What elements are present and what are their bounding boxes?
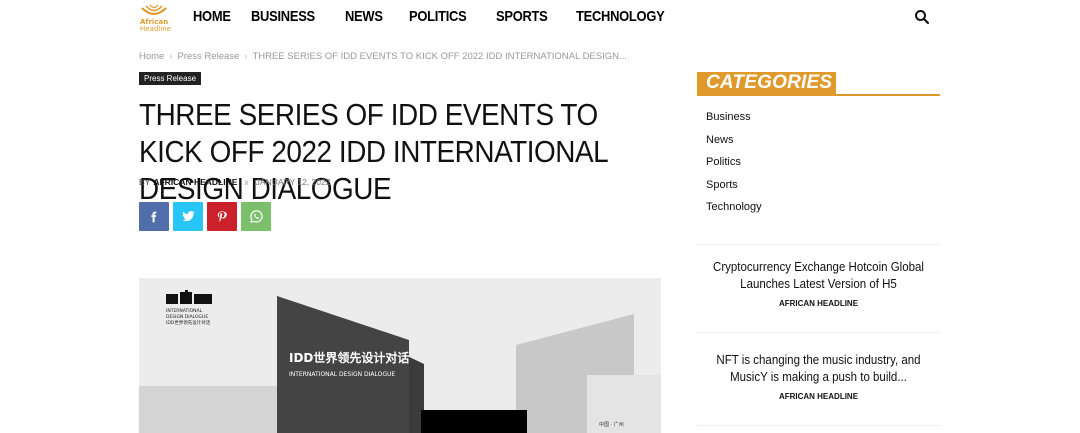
breadcrumb-current: THREE SERIES OF IDD EVENTS TO KICK OFF 2… xyxy=(252,51,627,62)
category-link-business[interactable]: Business xyxy=(706,110,762,133)
share-twitter-button[interactable] xyxy=(173,202,203,231)
category-link-sports[interactable]: Sports xyxy=(706,178,762,201)
logo-text: African Headline xyxy=(140,19,171,33)
nav-technology[interactable]: TECHNOLOGY xyxy=(576,8,665,25)
share-buttons xyxy=(139,202,271,231)
twitter-icon xyxy=(182,211,194,222)
nav-sports[interactable]: SPORTS xyxy=(496,8,548,25)
hero-right-cn: 中国 · 广州 xyxy=(599,421,624,428)
sidebar-post-title[interactable]: Cryptocurrency Exchange Hotcoin Global L… xyxy=(707,259,931,293)
sidebar-divider xyxy=(697,332,940,333)
categories-heading-bar: CATEGORIES xyxy=(697,72,940,96)
nav-politics[interactable]: POLITICS xyxy=(409,8,467,25)
sidebar-divider xyxy=(697,425,940,426)
article-hero-image: INTERNATIONAL DESIGN DIALOGUE IDD世界领先设计对… xyxy=(139,278,661,433)
categories-heading: CATEGORIES xyxy=(697,72,837,94)
hero-center-cn: IDD世界领先设计对话 xyxy=(289,350,409,365)
nav-home[interactable]: HOME xyxy=(193,8,231,25)
search-button[interactable] xyxy=(914,9,930,25)
category-link-technology[interactable]: Technology xyxy=(706,200,762,223)
breadcrumb-section[interactable]: Press Release xyxy=(178,51,240,62)
hero-logo-line-2: DESIGN DIALOGUE xyxy=(166,314,208,320)
main-nav: HOME BUSINESS NEWS POLITICS SPORTS TECHN… xyxy=(193,8,698,25)
breadcrumb-separator: › xyxy=(169,51,173,62)
hero-logo-line-1: INTERNATIONAL xyxy=(166,308,203,314)
categories-list: Business News Politics Sports Technology xyxy=(706,110,762,223)
byline-prefix: BY xyxy=(139,177,151,187)
category-link-news[interactable]: News xyxy=(706,133,762,156)
breadcrumb-home[interactable]: Home xyxy=(139,51,164,62)
facebook-icon xyxy=(151,211,157,222)
pinterest-icon xyxy=(217,210,227,222)
article-meta: BY AFRICAN HEADLINE x JANUARY 12, 2022 xyxy=(139,177,330,187)
nav-news[interactable]: NEWS xyxy=(345,8,383,25)
sidebar-divider xyxy=(697,244,940,245)
meta-separator: x xyxy=(244,177,249,187)
nav-business[interactable]: BUSINESS xyxy=(251,8,315,25)
share-whatsapp-button[interactable] xyxy=(241,202,271,231)
category-link-politics[interactable]: Politics xyxy=(706,155,762,178)
logo-line-2: Headline xyxy=(140,25,171,33)
sidebar-post: Cryptocurrency Exchange Hotcoin Global L… xyxy=(697,259,940,308)
category-tag[interactable]: Press Release xyxy=(139,72,202,85)
article-title: THREE SERIES OF IDD EVENTS TO KICK OFF 2… xyxy=(139,97,608,206)
sidebar-post-author[interactable]: AFRICAN HEADLINE xyxy=(697,299,940,308)
hero-illustration: INTERNATIONAL DESIGN DIALOGUE IDD世界领先设计对… xyxy=(139,278,661,433)
hero-center-en: INTERNATIONAL DESIGN DIALOGUE xyxy=(289,371,395,378)
site-header: African Headline HOME BUSINESS NEWS POLI… xyxy=(0,0,1080,38)
article-date: JANUARY 12, 2022 xyxy=(255,177,331,187)
sidebar-post-author[interactable]: AFRICAN HEADLINE xyxy=(697,392,940,401)
share-pinterest-button[interactable] xyxy=(207,202,237,231)
hero-logo-line-3: IDD世界领先设计对话 xyxy=(166,319,211,326)
breadcrumb: Home › Press Release › THREE SERIES OF IDD E… xyxy=(139,51,627,62)
sidebar-post: NFT is changing the music industry, and … xyxy=(697,352,940,401)
breadcrumb-separator: › xyxy=(244,51,248,62)
whatsapp-icon xyxy=(249,210,263,223)
author-link[interactable]: AFRICAN HEADLINE xyxy=(153,177,237,187)
share-facebook-button[interactable] xyxy=(139,202,169,231)
sidebar-post-title[interactable]: NFT is changing the music industry, and … xyxy=(707,352,931,386)
search-icon xyxy=(915,10,930,25)
